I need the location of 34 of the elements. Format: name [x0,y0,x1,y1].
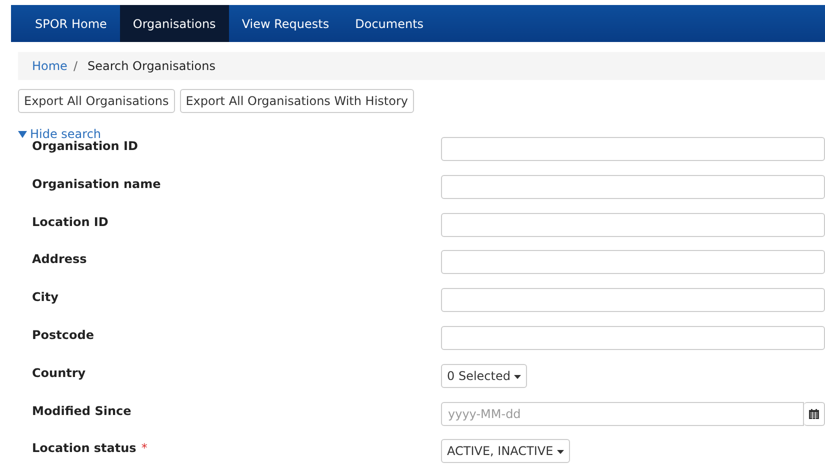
field-label: Modified Since [32,404,132,418]
text-field[interactable] [441,174,825,199]
field-label: Address [32,252,87,266]
calendar-button[interactable] [804,402,825,426]
text-field[interactable] [441,137,825,161]
field-label: Organisation name [32,176,161,191]
nav-tab[interactable]: Documents [342,5,437,42]
calendar-icon [809,408,819,419]
export-button[interactable]: Export All Organisations With History [180,89,414,113]
required-mark: * [141,441,148,456]
hide-search-link[interactable]: Hide search [18,127,102,141]
breadcrumb-link[interactable]: Home [32,59,68,73]
text-field[interactable] [441,250,825,274]
text-field[interactable] [441,288,825,312]
caret-icon [557,450,564,454]
breadcrumb-separator: / [73,59,78,73]
date-field[interactable]: yyyy-MM-dd [441,402,804,426]
field-label: Organisation ID [32,139,138,153]
field-label: City [32,290,58,304]
text-field[interactable] [441,212,825,237]
text-field[interactable] [441,326,825,350]
caret-icon [514,374,522,378]
dropdown-button[interactable]: ACTIVE, INACTIVE [441,439,570,464]
nav-tab[interactable]: SPOR Home [22,5,120,42]
field-label: Country [32,366,86,380]
dropdown-button[interactable]: 0 Selected [441,364,528,388]
nav-tab[interactable]: View Requests [228,5,342,42]
triangle-icon [18,130,27,138]
field-label: Location status [32,441,136,456]
breadcrumb-current: Search Organisations [87,59,216,73]
nav-tab[interactable]: Organisations [120,5,229,42]
field-label: Location ID [32,214,108,229]
field-label: Postcode [32,328,94,342]
export-button[interactable]: Export All Organisations [18,89,175,113]
